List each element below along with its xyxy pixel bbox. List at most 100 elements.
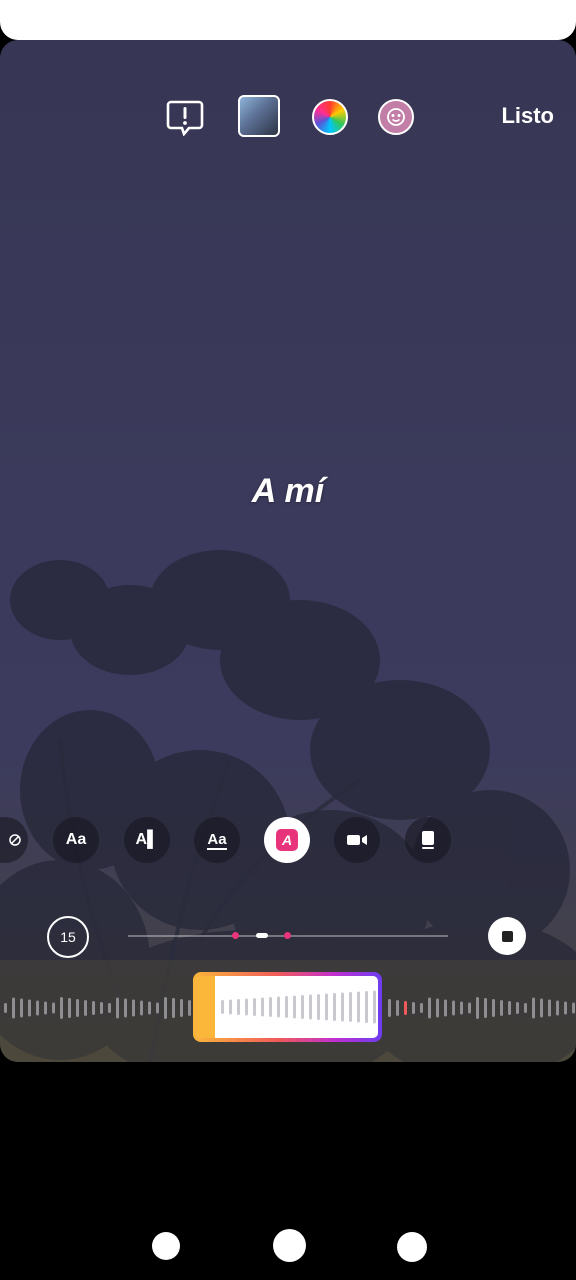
- alert-bubble-icon: [166, 100, 204, 136]
- report-button[interactable]: [163, 95, 207, 139]
- waveform-bar: [253, 998, 256, 1016]
- waveform-bar: [564, 1001, 567, 1015]
- story-canvas[interactable]: Listo A mí Aa A▌ Aa A 15: [0, 40, 576, 1062]
- waveform-bar: [404, 1001, 407, 1015]
- waveform-bar: [245, 998, 248, 1016]
- waveform-bar: [68, 998, 71, 1018]
- lyrics-caption[interactable]: A mí: [0, 472, 576, 511]
- waveform-bar: [436, 998, 439, 1018]
- waveform-bar: [333, 993, 336, 1021]
- waveform-bar: [20, 998, 23, 1018]
- waveform-bar: [52, 1002, 55, 1014]
- waveform-bar: [444, 999, 447, 1017]
- system-top-bar: [0, 0, 576, 40]
- no-style-icon: [9, 834, 21, 846]
- waveform-bar: [148, 1001, 151, 1015]
- waveform-bar: [132, 999, 135, 1017]
- waveform-bar: [188, 1000, 191, 1016]
- waveform-bar: [396, 1000, 399, 1016]
- waveform-bar: [524, 1003, 527, 1013]
- text-style-underline-icon: Aa: [207, 830, 227, 850]
- waveform-bar: [460, 1001, 463, 1015]
- waveform-bar: [540, 998, 543, 1018]
- waveform-bar: [373, 990, 376, 1024]
- waveform-bar: [237, 999, 240, 1015]
- waveform-bar: [452, 1000, 455, 1016]
- waveform-bar: [317, 994, 320, 1020]
- waveform-bar: [92, 1001, 95, 1015]
- waveform-bar: [388, 999, 391, 1017]
- waveform-bar: [572, 1002, 575, 1014]
- waveform-bar: [221, 1000, 224, 1014]
- text-style-aa-icon: Aa: [65, 831, 87, 848]
- waveform-bar: [476, 997, 479, 1019]
- waveform-bar: [229, 999, 232, 1015]
- waveform-bar: [309, 994, 312, 1020]
- waveform-bar: [28, 999, 31, 1017]
- waveform-bar: [269, 997, 272, 1017]
- clip-start-handle[interactable]: [197, 976, 215, 1038]
- waveform-bar: [468, 1002, 471, 1014]
- waveform-bar: [44, 1001, 47, 1015]
- waveform-bar: [124, 998, 127, 1018]
- waveform-bar: [484, 998, 487, 1018]
- color-wheel-button[interactable]: [312, 99, 348, 135]
- waveform-bar: [164, 997, 167, 1019]
- waveform-bar: [36, 1000, 39, 1016]
- waveform-bar: [12, 997, 15, 1019]
- waveform-bar: [357, 991, 360, 1023]
- style-card-button[interactable]: [405, 817, 451, 863]
- style-underline-button[interactable]: Aa: [194, 817, 240, 863]
- text-style-selected-icon: A: [276, 829, 298, 851]
- waveform-bar: [516, 1002, 519, 1014]
- waveform-bar: [293, 995, 296, 1019]
- waveform-bar: [277, 996, 280, 1018]
- waveform-bar: [84, 1000, 87, 1016]
- style-aa-button[interactable]: Aa: [53, 817, 99, 863]
- waveform-bar: [76, 999, 79, 1017]
- waveform-bar: [548, 999, 551, 1017]
- waveform-bar: [556, 1000, 559, 1016]
- clip-selector[interactable]: [193, 972, 382, 1042]
- style-karaoke-button[interactable]: A▌: [124, 817, 170, 863]
- waveform-bar: [412, 1002, 415, 1014]
- waveform-bar: [420, 1003, 423, 1013]
- text-style-karaoke-icon: A▌: [135, 831, 159, 848]
- waveform-bar: [532, 997, 535, 1019]
- waveform-bar: [100, 1002, 103, 1014]
- face-filter-icon: [387, 108, 405, 126]
- nav-home-button[interactable]: [273, 1229, 306, 1262]
- waveform-bar: [365, 991, 368, 1023]
- waveform-bar: [349, 992, 352, 1022]
- stop-icon: [501, 930, 513, 942]
- waveform-bar: [108, 1003, 111, 1013]
- waveform-bar: [341, 992, 344, 1022]
- face-filter-button[interactable]: [378, 99, 414, 135]
- waveform-bar: [4, 1003, 7, 1013]
- done-button[interactable]: Listo: [501, 103, 554, 129]
- selected-waveform: [221, 990, 376, 1024]
- nav-recents-button[interactable]: [397, 1232, 427, 1262]
- clip-selector-window: [197, 976, 378, 1038]
- waveform-bar: [508, 1001, 511, 1015]
- waveform-bar: [140, 1000, 143, 1016]
- waveform-bar: [116, 997, 119, 1019]
- waveform-bar: [285, 996, 288, 1018]
- style-selected-button[interactable]: A: [264, 817, 310, 863]
- system-navigation-bar: [0, 1062, 576, 1280]
- style-none-button[interactable]: [0, 817, 28, 863]
- waveform-bar: [428, 997, 431, 1019]
- style-video-button[interactable]: [334, 817, 380, 863]
- waveform-bar: [156, 1002, 159, 1014]
- nav-back-button[interactable]: [152, 1232, 180, 1260]
- stop-button[interactable]: [488, 917, 526, 955]
- media-thumbnail-button[interactable]: [238, 95, 280, 137]
- progress-handle[interactable]: [256, 933, 268, 938]
- text-style-picker: Aa A▌ Aa A: [0, 817, 576, 865]
- waveform-bar: [261, 997, 264, 1017]
- duration-button[interactable]: 15: [47, 916, 89, 958]
- lyric-marker: [232, 932, 239, 939]
- waveform-bar: [301, 995, 304, 1019]
- video-style-icon: [347, 835, 367, 845]
- waveform-bar: [500, 1000, 503, 1016]
